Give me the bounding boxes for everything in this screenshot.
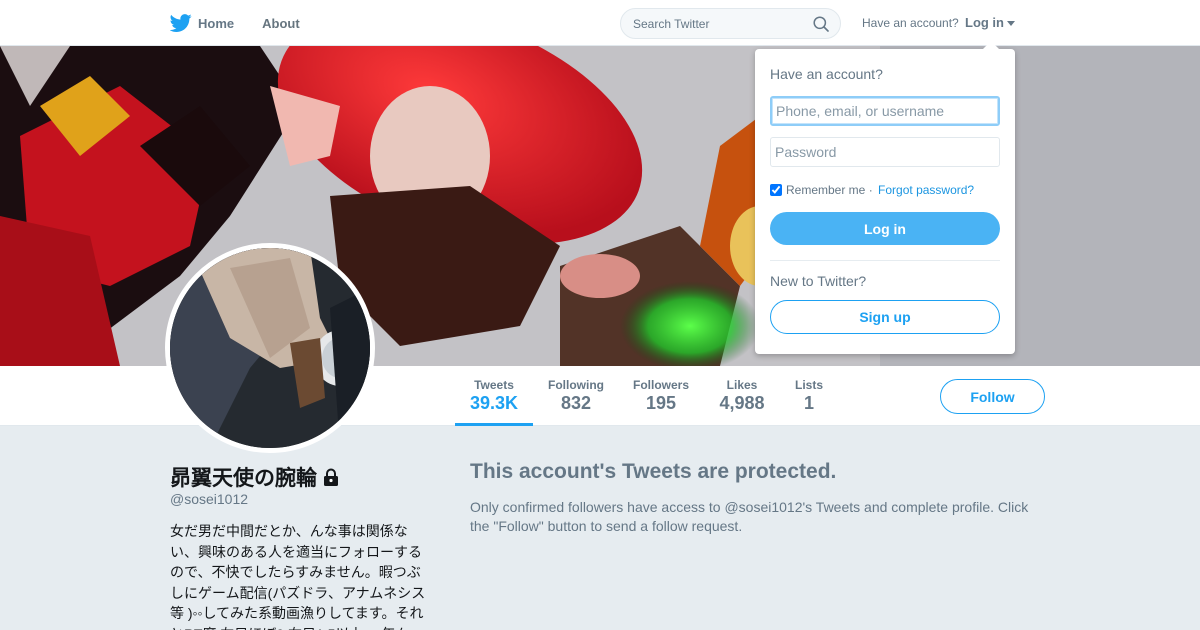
dropdown-heading: Have an account? (770, 66, 883, 82)
login-dropdown: Have an account? Remember me · Forgot pa… (755, 41, 1015, 354)
stat-lists[interactable]: Lists 1 (789, 366, 829, 426)
protected-title: This account's Tweets are protected. (470, 460, 837, 483)
separator: · (868, 183, 873, 197)
remember-me-checkbox[interactable] (770, 184, 782, 196)
profile-name-text: 昴翼天使の腕輪 (170, 467, 317, 490)
stat-lists-label: Lists (794, 378, 823, 392)
profile-name[interactable]: 昴翼天使の腕輪 (170, 462, 339, 492)
signup-button[interactable]: Sign up (770, 300, 1000, 334)
stat-followers-label: Followers (632, 378, 689, 392)
stat-tweets-label: Tweets (474, 378, 514, 392)
login-dropdown-toggle[interactable]: Log in (965, 15, 1015, 30)
lock-icon (323, 468, 339, 486)
nav-home-link[interactable]: Home (198, 16, 234, 31)
stat-lists-value: 1 (803, 393, 814, 413)
search-input[interactable] (621, 9, 801, 38)
stat-followers-value: 195 (645, 393, 677, 413)
follow-button[interactable]: Follow (940, 379, 1045, 414)
stat-following-value: 832 (560, 393, 592, 413)
stat-following[interactable]: Following 832 (543, 366, 609, 426)
top-navigation: Home About Have an account? Log in (0, 0, 1200, 46)
search-icon[interactable] (813, 16, 829, 32)
nav-about-link[interactable]: About (262, 16, 300, 31)
stat-likes-label: Likes (726, 378, 758, 392)
profile-bio: 女だ男だ中間だとか、んな事は関係ない、興味のある人を適当にフォローするので、不快… (170, 523, 426, 630)
avatar-image (170, 248, 370, 448)
screen-name[interactable]: @sosei1012 (170, 491, 248, 507)
stat-tweets-value: 39.3K (469, 393, 519, 413)
login-toggle-label: Log in (965, 15, 1004, 30)
login-button[interactable]: Log in (770, 212, 1000, 245)
twitter-bird-icon[interactable] (169, 12, 192, 34)
remember-me-label: Remember me (786, 183, 866, 197)
remember-me: Remember me · Forgot password? (770, 183, 974, 197)
new-to-twitter-text: New to Twitter? (770, 273, 867, 289)
dropdown-divider (770, 260, 1000, 261)
caret-down-icon (1007, 21, 1015, 27)
stat-tweets[interactable]: Tweets 39.3K (455, 366, 533, 426)
stat-followers[interactable]: Followers 195 (628, 366, 694, 426)
stat-likes[interactable]: Likes 4,988 (713, 366, 771, 426)
stat-likes-value: 4,988 (719, 393, 765, 413)
username-input[interactable] (770, 96, 1000, 126)
nav-left: Home About (169, 0, 328, 46)
forgot-password-link[interactable]: Forgot password? (878, 183, 974, 197)
password-input[interactable] (770, 137, 1000, 167)
stat-following-label: Following (548, 378, 604, 392)
avatar[interactable] (165, 243, 375, 453)
search-box (620, 8, 841, 39)
protected-text: Only confirmed followers have access to … (470, 499, 1029, 534)
have-account-text: Have an account? (862, 16, 959, 30)
